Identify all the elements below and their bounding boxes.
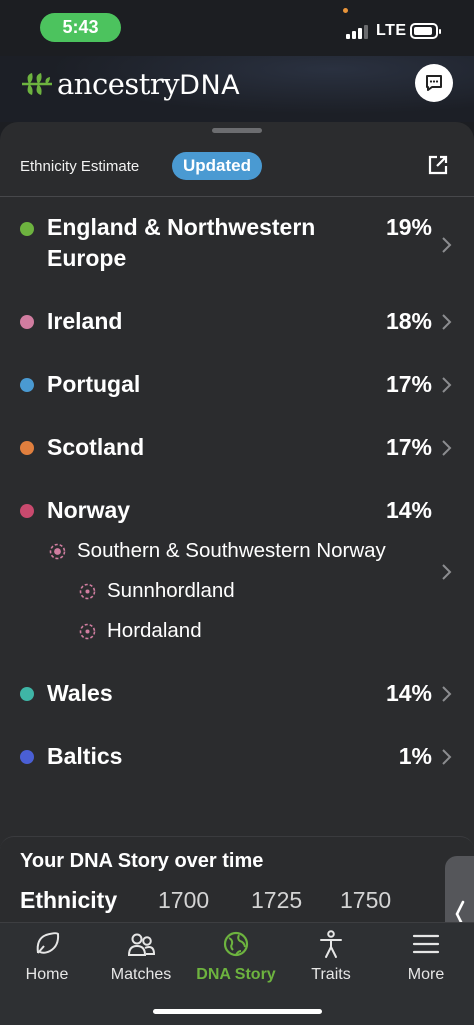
region-name: Wales (47, 680, 113, 706)
region-color-dot (20, 504, 34, 518)
region-name: Baltics (47, 743, 123, 769)
people-icon (127, 933, 156, 956)
home-leaf-icon (36, 932, 60, 954)
nav-dna-story[interactable]: DNA Story (189, 929, 283, 984)
leaf-icon (22, 73, 52, 95)
chevron-right-icon (442, 440, 452, 456)
chevron-right-icon (442, 237, 452, 253)
logo-wordmark: ancestryDNA (57, 67, 241, 101)
region-name: England & Northwestern (47, 214, 316, 240)
battery-icon (410, 23, 441, 39)
chevron-right-icon (442, 686, 452, 702)
signal-icon (346, 25, 368, 39)
region-percent: 14% (385, 680, 432, 706)
region-percent: 17% (385, 371, 432, 397)
card-divider (0, 196, 474, 197)
menu-icon (412, 934, 440, 954)
region-name-line2: Europe (47, 245, 127, 271)
ancestry-logo: ancestryDNA (20, 64, 240, 104)
tab-ethnicity[interactable]: Ethnicity (20, 887, 117, 914)
ethnicity-row-baltics[interactable]: Baltics 1% (0, 741, 474, 777)
card-title: Ethnicity Estimate (20, 158, 140, 175)
nav-more[interactable]: More (379, 929, 473, 984)
chevron-right-icon (442, 749, 452, 765)
region-percent: 19% (385, 214, 432, 240)
region-color-dot (20, 750, 34, 764)
region-name: Ireland (47, 308, 123, 334)
ethnicity-row-scotland[interactable]: Scotland 17% (0, 432, 474, 468)
chat-icon (426, 75, 442, 91)
tab-1725[interactable]: 1725 (251, 887, 302, 914)
status-time[interactable]: 5:43 (40, 13, 121, 42)
chevron-right-icon (442, 314, 452, 330)
region-percent: 18% (385, 308, 432, 334)
region-percent: 1% (398, 743, 432, 769)
region-name: Portugal (47, 371, 141, 397)
region-color-dot (20, 378, 34, 392)
privacy-indicator (343, 8, 348, 13)
dna-story-section: Your DNA Story over time Ethnicity 1700 … (0, 836, 474, 926)
app-header: ancestryDNA (0, 56, 474, 122)
subregion-name: Southern & Southwestern Norway (77, 539, 386, 562)
region-color-dot (20, 687, 34, 701)
subregion-icon (49, 543, 66, 560)
nav-home[interactable]: Home (0, 929, 94, 984)
sheet-grabber[interactable] (212, 128, 262, 133)
region-percent: 14% (385, 497, 432, 523)
region-name: Norway (47, 497, 131, 523)
subregion-name: Sunnhordland (107, 579, 235, 602)
ethnicity-card: Ethnicity Estimate Updated England & Nor… (0, 122, 474, 922)
tab-1700[interactable]: 1700 (158, 887, 209, 914)
network-label: LTE (376, 22, 407, 39)
region-name: Scotland (47, 434, 145, 460)
ethnicity-row-norway[interactable]: Norway 14% Southern & Southwestern Norwa… (0, 495, 474, 655)
story-title: Your DNA Story over time (20, 850, 264, 872)
updated-badge: Updated (172, 152, 262, 180)
region-color-dot (20, 441, 34, 455)
subregion-name: Hordaland (107, 619, 202, 642)
subregion-icon (79, 583, 96, 600)
ethnicity-row-ireland[interactable]: Ireland 18% (0, 306, 474, 342)
globe-icon (223, 931, 249, 957)
region-percent: 17% (385, 434, 432, 460)
story-timeline-tabs: Ethnicity 1700 1725 1750 (0, 883, 474, 925)
card-header: Ethnicity Estimate Updated (0, 150, 474, 194)
subregion-icon (79, 623, 96, 640)
nav-traits[interactable]: Traits (284, 929, 378, 984)
home-indicator[interactable] (153, 1009, 322, 1014)
chevron-right-icon (442, 564, 452, 580)
ethnicity-row-portugal[interactable]: Portugal 17% (0, 369, 474, 405)
external-link-icon[interactable] (427, 154, 449, 176)
region-color-dot (20, 315, 34, 329)
region-color-dot (20, 222, 34, 236)
nav-matches[interactable]: Matches (94, 929, 188, 984)
status-bar: 5:43 LTE (0, 0, 474, 56)
chevron-right-icon (442, 377, 452, 393)
tab-1750[interactable]: 1750 (340, 887, 391, 914)
ethnicity-row-england[interactable]: England & Northwestern Europe 19% (0, 210, 474, 274)
person-icon (320, 930, 342, 958)
chat-button[interactable] (415, 64, 453, 102)
ethnicity-row-wales[interactable]: Wales 14% (0, 678, 474, 714)
